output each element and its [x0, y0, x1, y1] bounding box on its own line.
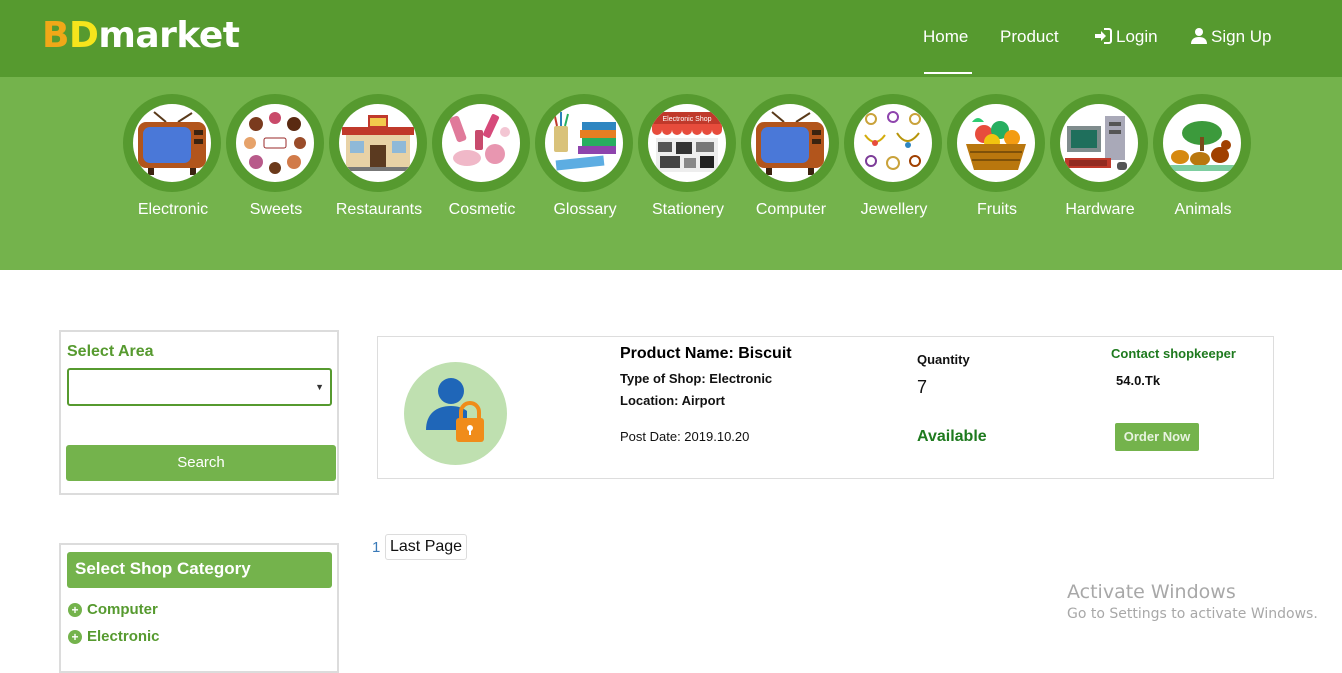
user-lock-icon: [426, 378, 484, 442]
page-number-link[interactable]: 1: [372, 539, 380, 556]
category-band: Electronic Sweets Restaurants Cosmetic G…: [0, 77, 1342, 270]
search-button[interactable]: Search: [66, 445, 336, 481]
restaurant-icon: [342, 115, 414, 171]
jewellery-icon: [864, 111, 921, 170]
category-stationery[interactable]: Electronic Shop Stationery: [638, 94, 738, 218]
category-computer[interactable]: Computer: [741, 94, 841, 218]
category-hardware[interactable]: Hardware: [1050, 94, 1150, 218]
category-jewellery[interactable]: Jewellery: [844, 94, 944, 218]
area-search-panel: Select Area ▼ Search: [59, 330, 339, 495]
area-select[interactable]: ▼: [67, 368, 332, 406]
shop-category-title: Select Shop Category: [67, 552, 332, 588]
last-page-button[interactable]: Last Page: [385, 534, 468, 560]
category-glossary[interactable]: Glossary: [535, 94, 635, 218]
animals-icon: [1166, 121, 1238, 171]
shop-category-item[interactable]: + Computer: [68, 601, 158, 618]
active-nav-indicator: [924, 72, 972, 74]
nav-links: Home Product Login Sign Up: [0, 26, 1342, 50]
product-price: 54.0.Tk: [1116, 373, 1161, 388]
category-sweets[interactable]: Sweets: [226, 94, 326, 218]
plus-circle-icon: +: [68, 603, 82, 617]
nav-signup[interactable]: Sign Up: [1191, 26, 1271, 48]
category-cosmetic[interactable]: Cosmetic: [432, 94, 532, 218]
product-card: Product Name: Biscuit Type of Shop: Elec…: [377, 336, 1274, 479]
category-electronic[interactable]: Electronic: [123, 94, 223, 218]
electronic-shop-icon: Electronic Shop: [652, 112, 722, 172]
top-navbar: BDmarket Home Product Login Sign Up: [0, 0, 1342, 77]
login-icon: [1095, 28, 1112, 44]
plus-circle-icon: +: [68, 630, 82, 644]
fruit-basket-icon: [966, 118, 1026, 170]
post-date: Post Date: 2019.10.20: [620, 429, 750, 444]
product-avatar: [404, 362, 507, 465]
shop-category-panel: Select Shop Category + Computer + Electron…: [59, 543, 339, 673]
activation-watermark-subtitle: Go to Settings to activate Windows.: [1067, 606, 1318, 622]
user-icon: [1191, 28, 1207, 44]
shop-category-item[interactable]: + Electronic: [68, 628, 160, 645]
caret-down-icon: ▼: [315, 382, 324, 392]
sweets-icon: [240, 108, 310, 178]
contact-shopkeeper-link[interactable]: Contact shopkeeper: [1111, 346, 1236, 361]
category-fruits[interactable]: Fruits: [947, 94, 1047, 218]
order-now-button[interactable]: Order Now: [1115, 423, 1199, 451]
availability-status: Available: [917, 428, 987, 445]
shop-type: Type of Shop: Electronic: [620, 371, 773, 386]
product-name: Product Name: Biscuit: [620, 345, 792, 362]
tv-icon: [756, 111, 824, 175]
area-title: Select Area: [67, 343, 154, 360]
quantity-value: 7: [917, 377, 928, 397]
tv-icon: [138, 111, 206, 175]
category-animals[interactable]: Animals: [1153, 94, 1253, 218]
nav-home[interactable]: Home: [923, 26, 968, 48]
product-location: Location: Airport: [620, 393, 725, 408]
nav-product[interactable]: Product: [1000, 26, 1059, 48]
books-icon: [553, 112, 616, 171]
cosmetic-icon: [449, 114, 510, 166]
nav-login[interactable]: Login: [1094, 26, 1158, 48]
category-restaurants[interactable]: Restaurants: [329, 94, 429, 218]
shop-sign-text: Electronic Shop: [662, 116, 711, 123]
hardware-icon: [1065, 116, 1127, 170]
activation-watermark-title: Activate Windows: [1067, 581, 1236, 603]
quantity-label: Quantity: [917, 352, 970, 367]
